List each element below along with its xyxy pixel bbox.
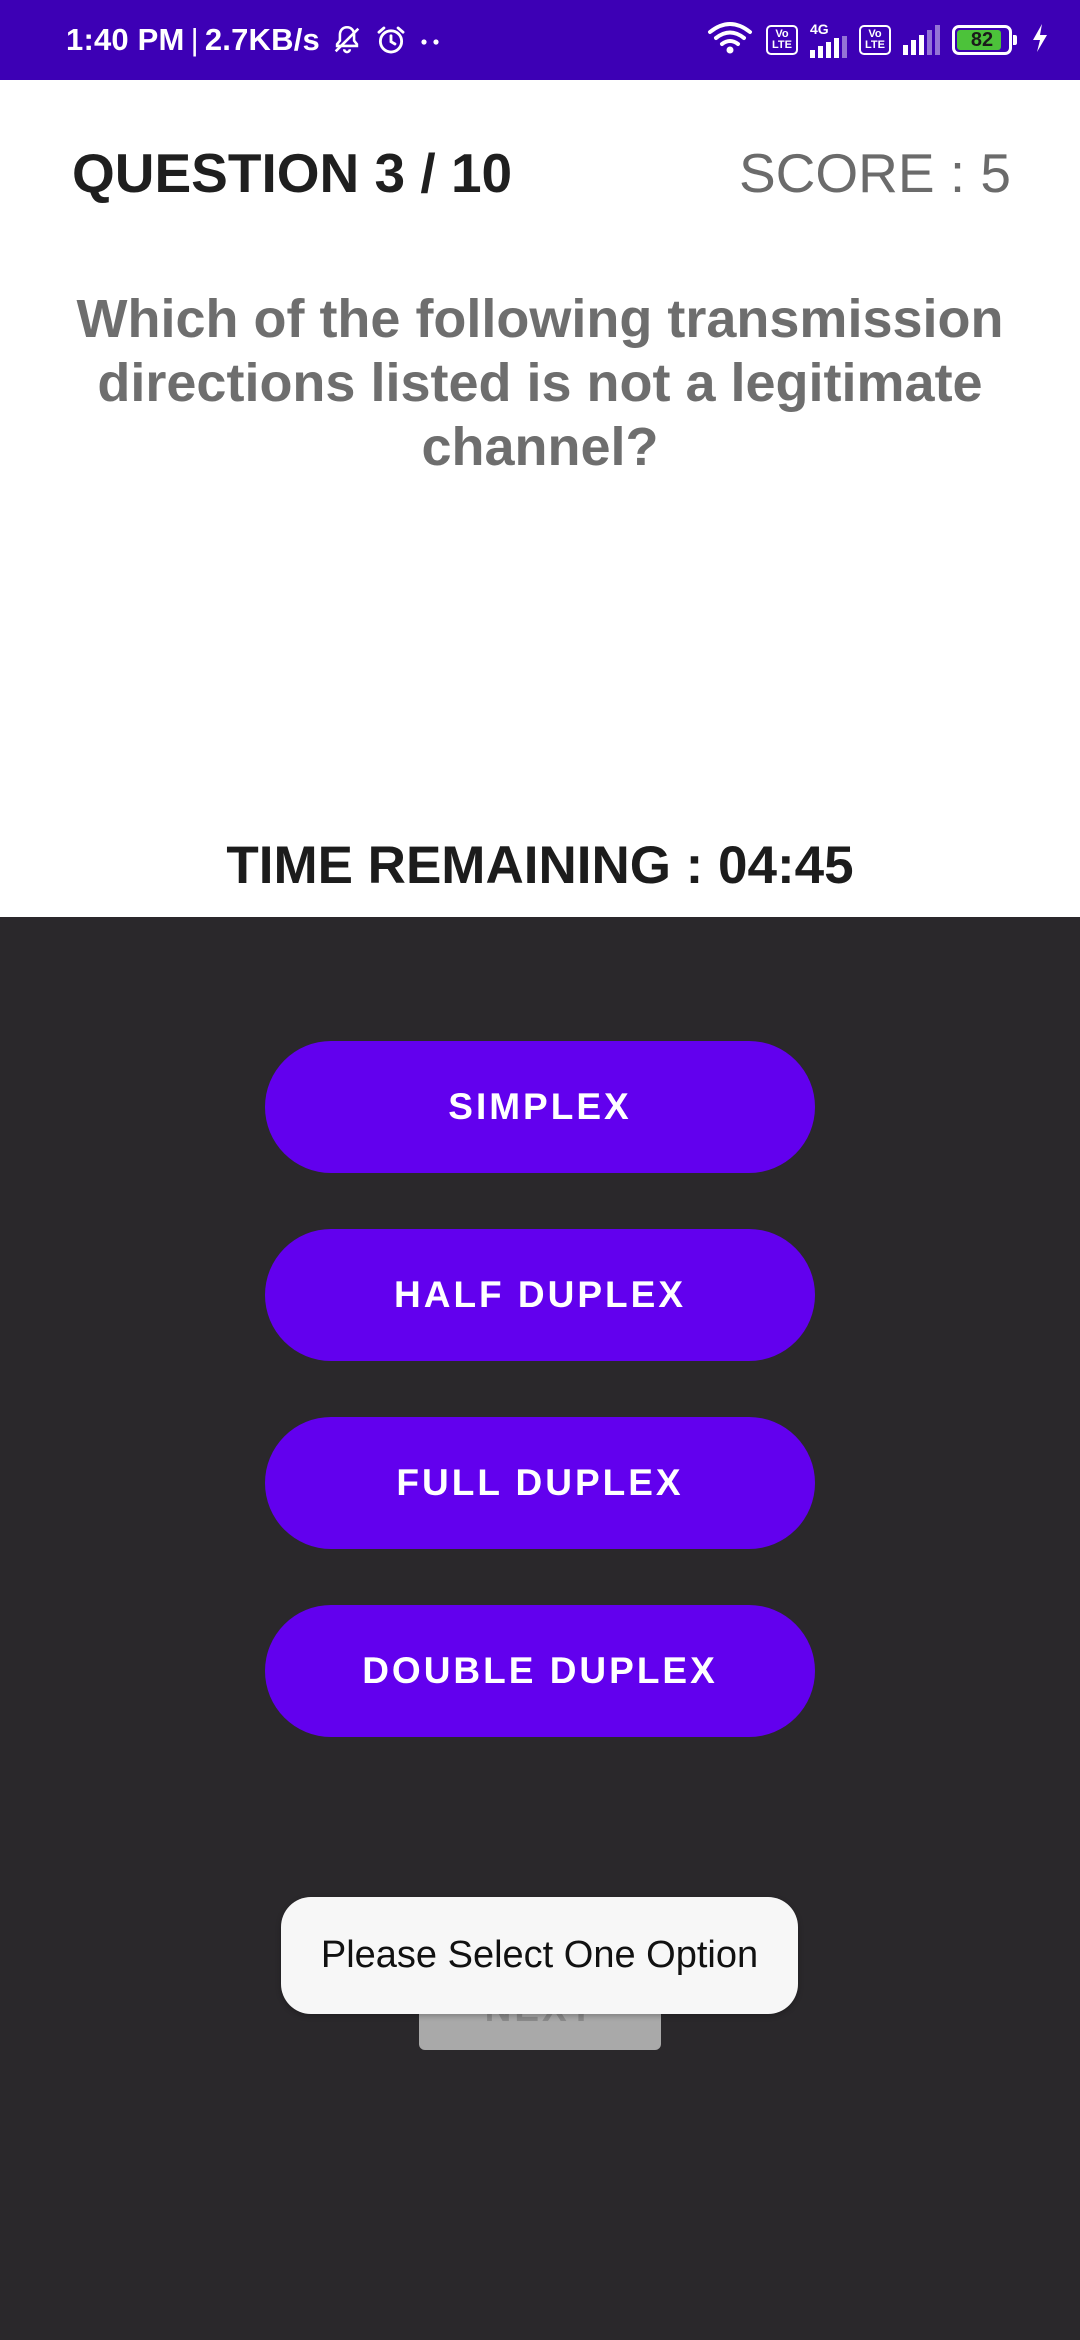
alarm-icon	[374, 23, 408, 57]
battery-level: 82	[970, 28, 994, 51]
volte-icon: Vo LTE	[766, 25, 798, 55]
option-button-half-duplex[interactable]: HALF DUPLEX	[265, 1229, 815, 1361]
charging-icon	[1030, 23, 1050, 58]
score-label: SCORE : 5	[738, 142, 1011, 204]
status-time: 1:40 PM	[66, 22, 185, 57]
option-button-double-duplex[interactable]: DOUBLE DUPLEX	[265, 1605, 815, 1737]
status-bar: 1:40 PM | 2.7KB/s Vo LTE 4G Vo LTE 82	[0, 0, 1080, 80]
toast-message: Please Select One Option	[281, 1897, 798, 2014]
time-remaining: TIME REMAINING : 04:45	[226, 836, 854, 895]
signal-icon	[903, 25, 940, 55]
battery-icon: 82	[952, 25, 1017, 55]
mute-notification-icon	[330, 23, 364, 57]
option-button-simplex[interactable]: SIMPLEX	[265, 1041, 815, 1173]
wifi-icon	[706, 20, 754, 61]
option-button-full-duplex[interactable]: FULL DUPLEX	[265, 1417, 815, 1549]
more-dots-icon	[418, 30, 444, 50]
quiz-screen: 1:40 PM | 2.7KB/s Vo LTE 4G Vo LTE 82 QU…	[0, 0, 1080, 2340]
status-bar-right: Vo LTE 4G Vo LTE 82	[706, 0, 1050, 80]
status-bar-left: 1:40 PM | 2.7KB/s	[66, 0, 444, 80]
question-text: Which of the following transmission dire…	[76, 289, 1004, 477]
signal-4g-icon: 4G	[810, 22, 847, 58]
question-counter: QUESTION 3 / 10	[72, 142, 513, 204]
status-net-speed: 2.7KB/s	[204, 22, 320, 57]
network-type-label: 4G	[810, 21, 829, 37]
volte-icon: Vo LTE	[859, 25, 891, 55]
status-separator: |	[190, 22, 199, 57]
